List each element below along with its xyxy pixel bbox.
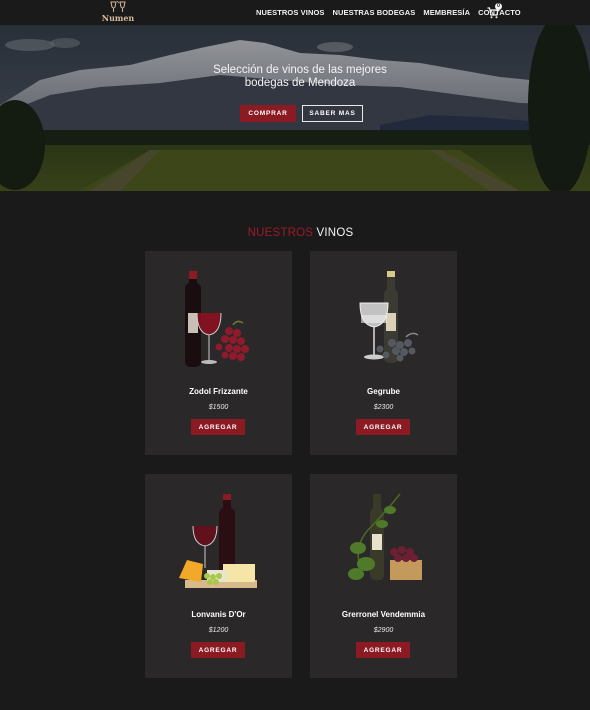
product-name: Zodol Frizzante [189, 387, 248, 396]
product-image-white-wine-grapes [359, 271, 419, 363]
product-card: Zodol Frizzante $1500 AGREGAR [145, 251, 292, 455]
product-image-wine-cheese [179, 494, 257, 588]
agregar-button[interactable]: AGREGAR [356, 642, 410, 658]
product-card: Lonvanis D'Or $1200 AGREGAR [145, 474, 292, 678]
product-image-wine-vine-grapes [348, 493, 422, 580]
product-card: Gegrube $2300 AGREGAR [310, 251, 457, 455]
section-title-nuestros: NUESTROS [247, 227, 314, 239]
product-price: $2300 [373, 404, 394, 411]
product-image-red-wine-grapes [185, 271, 249, 367]
cart-count-badge: 0 [495, 3, 502, 10]
product-price: $1500 [208, 404, 229, 411]
saber-mas-button[interactable]: SABER MAS [302, 105, 363, 122]
section-title-vinos: VINOS [316, 227, 354, 239]
product-name: Gegrube [367, 387, 400, 396]
hero-banner: Selección de vinos de las mejores bodega… [0, 25, 590, 191]
agregar-button[interactable]: AGREGAR [191, 642, 245, 658]
hero-buttons: COMPRAR SABER MAS [240, 105, 363, 122]
product-name: Grerronel Vendemmia [341, 610, 426, 619]
product-price: $2900 [373, 627, 394, 634]
numen-logo[interactable]: Numen [101, 1, 135, 25]
logo-text: Numen [101, 13, 135, 23]
comprar-button[interactable]: COMPRAR [240, 105, 296, 122]
product-name: Lonvanis D'Or [191, 610, 246, 619]
nav-links: NUESTROS VINOS NUESTRAS BODEGAS MEMBRESÍ… [256, 8, 521, 17]
agregar-button[interactable]: AGREGAR [356, 419, 410, 435]
section-title: NUESTROS VINOS [0, 227, 590, 239]
nav-link-membresia[interactable]: MEMBRESÍA [423, 8, 470, 17]
product-price: $1200 [208, 627, 229, 634]
agregar-button[interactable]: AGREGAR [191, 419, 245, 435]
nav-link-nuestros-vinos[interactable]: NUESTROS VINOS [256, 8, 325, 17]
nav-link-nuestras-bodegas[interactable]: NUESTRAS BODEGAS [333, 8, 416, 17]
cart-button[interactable]: 0 [487, 3, 502, 19]
top-navbar: Numen NUESTROS VINOS NUESTRAS BODEGAS ME… [0, 0, 590, 25]
product-card: Grerronel Vendemmia $2900 AGREGAR [310, 474, 457, 678]
hero-title-line1: Selección de vinos de las mejores [213, 64, 387, 76]
hero-title: Selección de vinos de las mejores bodega… [0, 64, 590, 90]
hero-title-line2: bodegas de Mendoza [244, 77, 356, 89]
